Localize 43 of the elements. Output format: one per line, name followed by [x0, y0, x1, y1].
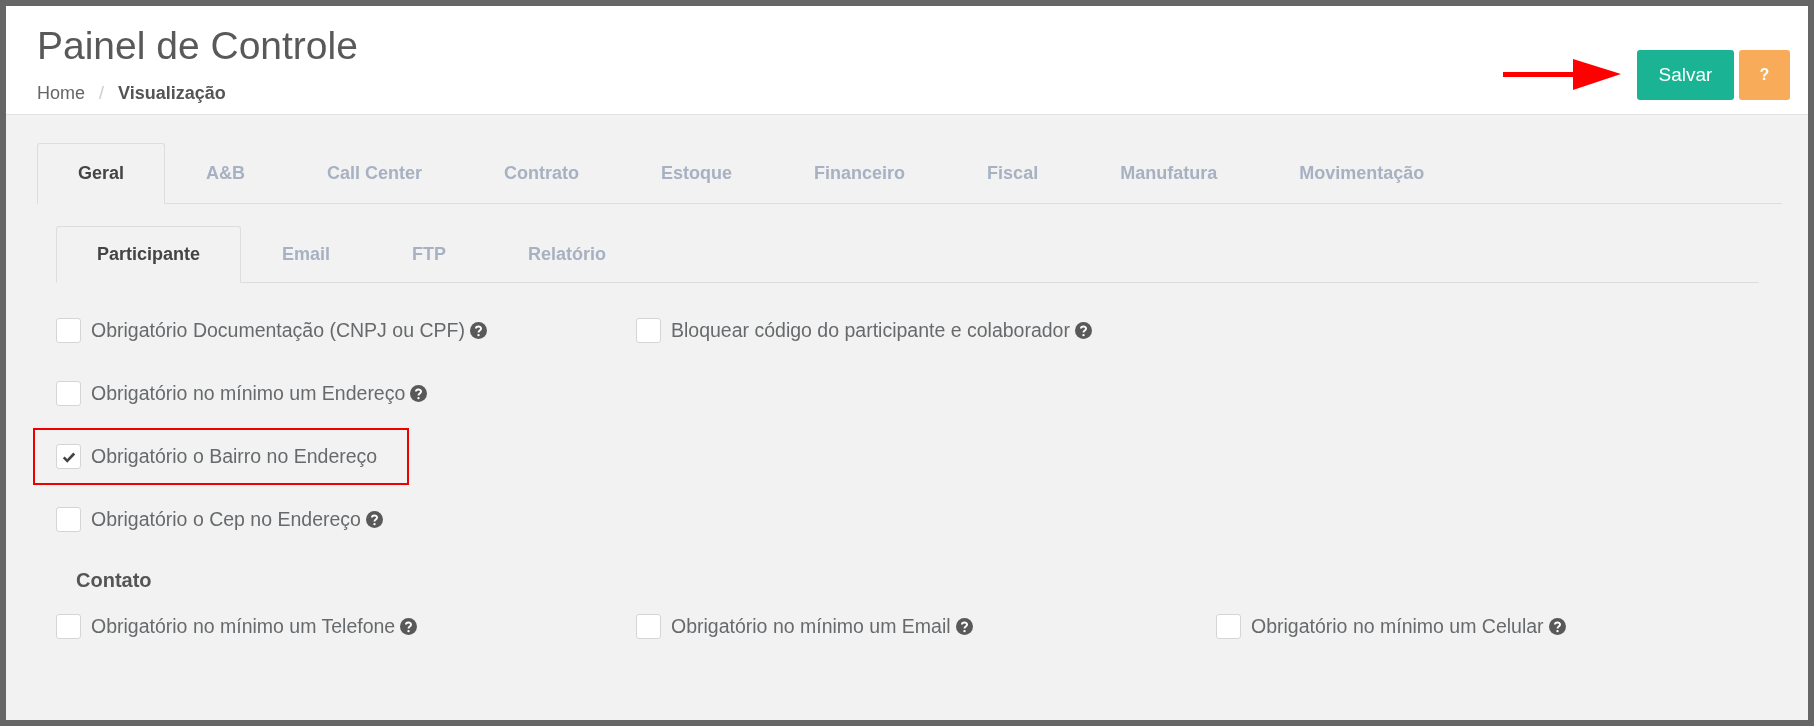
tab[interactable]: Financeiro [773, 143, 947, 203]
tab[interactable]: FTP [371, 226, 488, 282]
checkbox-label: Obrigatório o Bairro no Endereço [91, 443, 378, 469]
help-icon[interactable] [469, 322, 487, 339]
page-title: Painel de Controle [37, 24, 358, 68]
tab[interactable]: Geral [37, 143, 166, 204]
checkbox-label: Obrigatório no mínimo um Endereço [91, 380, 406, 406]
checkbox-label: Obrigatório no mínimo um Email [671, 613, 951, 639]
tab[interactable]: Manufatura [1079, 143, 1259, 203]
tab[interactable]: Fiscal [946, 143, 1080, 203]
tab[interactable]: A&B [165, 143, 287, 203]
help-icon[interactable] [410, 385, 428, 402]
tab[interactable]: Participante [56, 226, 242, 283]
help-icon[interactable] [1074, 322, 1092, 339]
tab[interactable]: Call Center [286, 143, 464, 203]
checkbox-label: Obrigatório no mínimo um Telefone [91, 613, 396, 639]
checkbox-label: Obrigatório Documentação (CNPJ ou CPF) [91, 317, 465, 343]
checkbox-label: Bloquear código do participante e colaborador [671, 317, 1070, 343]
checkbox[interactable] [56, 318, 81, 343]
breadcrumb-separator: / [99, 82, 105, 105]
checkbox[interactable] [56, 507, 81, 532]
help-icon[interactable] [955, 618, 973, 635]
section-heading: Contato [75, 568, 153, 593]
breadcrumb-link[interactable]: Home [37, 80, 85, 107]
help-button[interactable]: ? [1739, 50, 1790, 100]
tab[interactable]: Estoque [620, 143, 774, 203]
save-button[interactable]: Salvar [1637, 50, 1734, 100]
checkbox[interactable] [1216, 614, 1241, 639]
tab[interactable]: Movimentação [1258, 143, 1466, 203]
tab[interactable]: Relatório [487, 226, 648, 282]
help-icon[interactable] [400, 618, 418, 635]
checkbox[interactable] [56, 444, 81, 469]
help-icon[interactable] [365, 511, 383, 528]
checkbox[interactable] [636, 318, 661, 343]
checkbox[interactable] [636, 614, 661, 639]
checkbox[interactable] [56, 381, 81, 406]
breadcrumb-current: Visualização [118, 82, 226, 105]
checkbox-label: Obrigatório no mínimo um Celular [1251, 613, 1544, 639]
tab[interactable]: Email [241, 226, 372, 282]
help-icon[interactable] [1548, 618, 1566, 635]
tab[interactable]: Contrato [463, 143, 621, 203]
checkbox-label: Obrigatório o Cep no Endereço [91, 506, 361, 532]
checkbox[interactable] [56, 614, 81, 639]
